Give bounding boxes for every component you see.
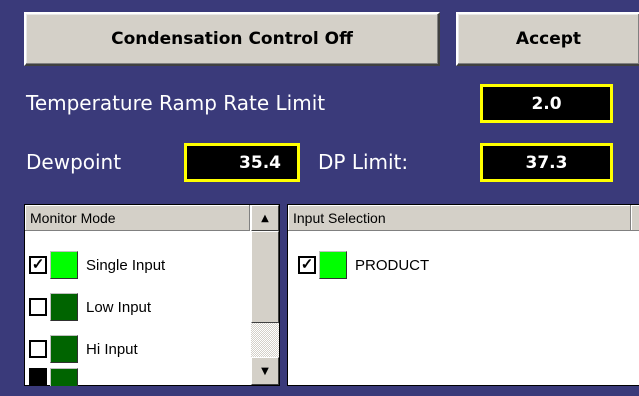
checkbox[interactable]: ✓ — [29, 256, 47, 274]
condensation-control-label: Condensation Control Off — [111, 29, 353, 49]
list-item-label: Single Input — [86, 256, 166, 274]
accept-button[interactable]: Accept — [456, 12, 639, 66]
checkbox[interactable] — [29, 368, 47, 386]
color-swatch — [50, 368, 78, 386]
scroll-thumb[interactable] — [251, 231, 279, 323]
checkbox[interactable]: ✓ — [298, 256, 316, 274]
monitor-mode-scrollbar[interactable]: ▲ ▼ — [251, 205, 279, 385]
ramp-rate-label: Temperature Ramp Rate Limit — [26, 91, 326, 115]
scroll-up-button[interactable]: ▲ — [251, 205, 279, 231]
monitor-mode-list[interactable]: Monitor Mode ✓ Single Input Low Input Hi… — [24, 204, 280, 386]
list-item-label: Low Input — [86, 298, 152, 316]
list-item[interactable] — [29, 368, 86, 386]
monitor-mode-header[interactable]: Monitor Mode — [25, 205, 250, 231]
dp-limit-value[interactable]: 37.3 — [480, 143, 613, 182]
scroll-down-button[interactable]: ▼ — [251, 357, 279, 385]
checkbox[interactable] — [29, 340, 47, 358]
list-item[interactable]: ✓ PRODUCT — [298, 248, 429, 282]
accept-label: Accept — [515, 29, 582, 49]
color-swatch — [50, 335, 78, 363]
checkbox[interactable] — [29, 298, 47, 316]
list-item-label: Hi Input — [86, 340, 138, 358]
condensation-control-button[interactable]: Condensation Control Off — [24, 12, 440, 66]
ramp-rate-value[interactable]: 2.0 — [480, 84, 613, 123]
dewpoint-value[interactable]: 35.4 — [184, 143, 300, 182]
list-item[interactable]: Hi Input — [29, 332, 138, 366]
color-swatch — [50, 293, 78, 321]
dp-limit-label: DP Limit: — [318, 150, 409, 174]
list-item-label: PRODUCT — [355, 256, 430, 274]
list-item[interactable]: Low Input — [29, 290, 151, 324]
dewpoint-label: Dewpoint — [26, 150, 122, 174]
color-swatch — [50, 251, 78, 279]
scroll-track[interactable] — [251, 323, 279, 357]
column-header-extra[interactable] — [631, 205, 639, 231]
list-item[interactable]: ✓ Single Input — [29, 248, 165, 282]
input-selection-list[interactable]: Input Selection ✓ PRODUCT — [287, 204, 639, 386]
input-selection-header[interactable]: Input Selection — [288, 205, 631, 231]
color-swatch — [319, 251, 347, 279]
